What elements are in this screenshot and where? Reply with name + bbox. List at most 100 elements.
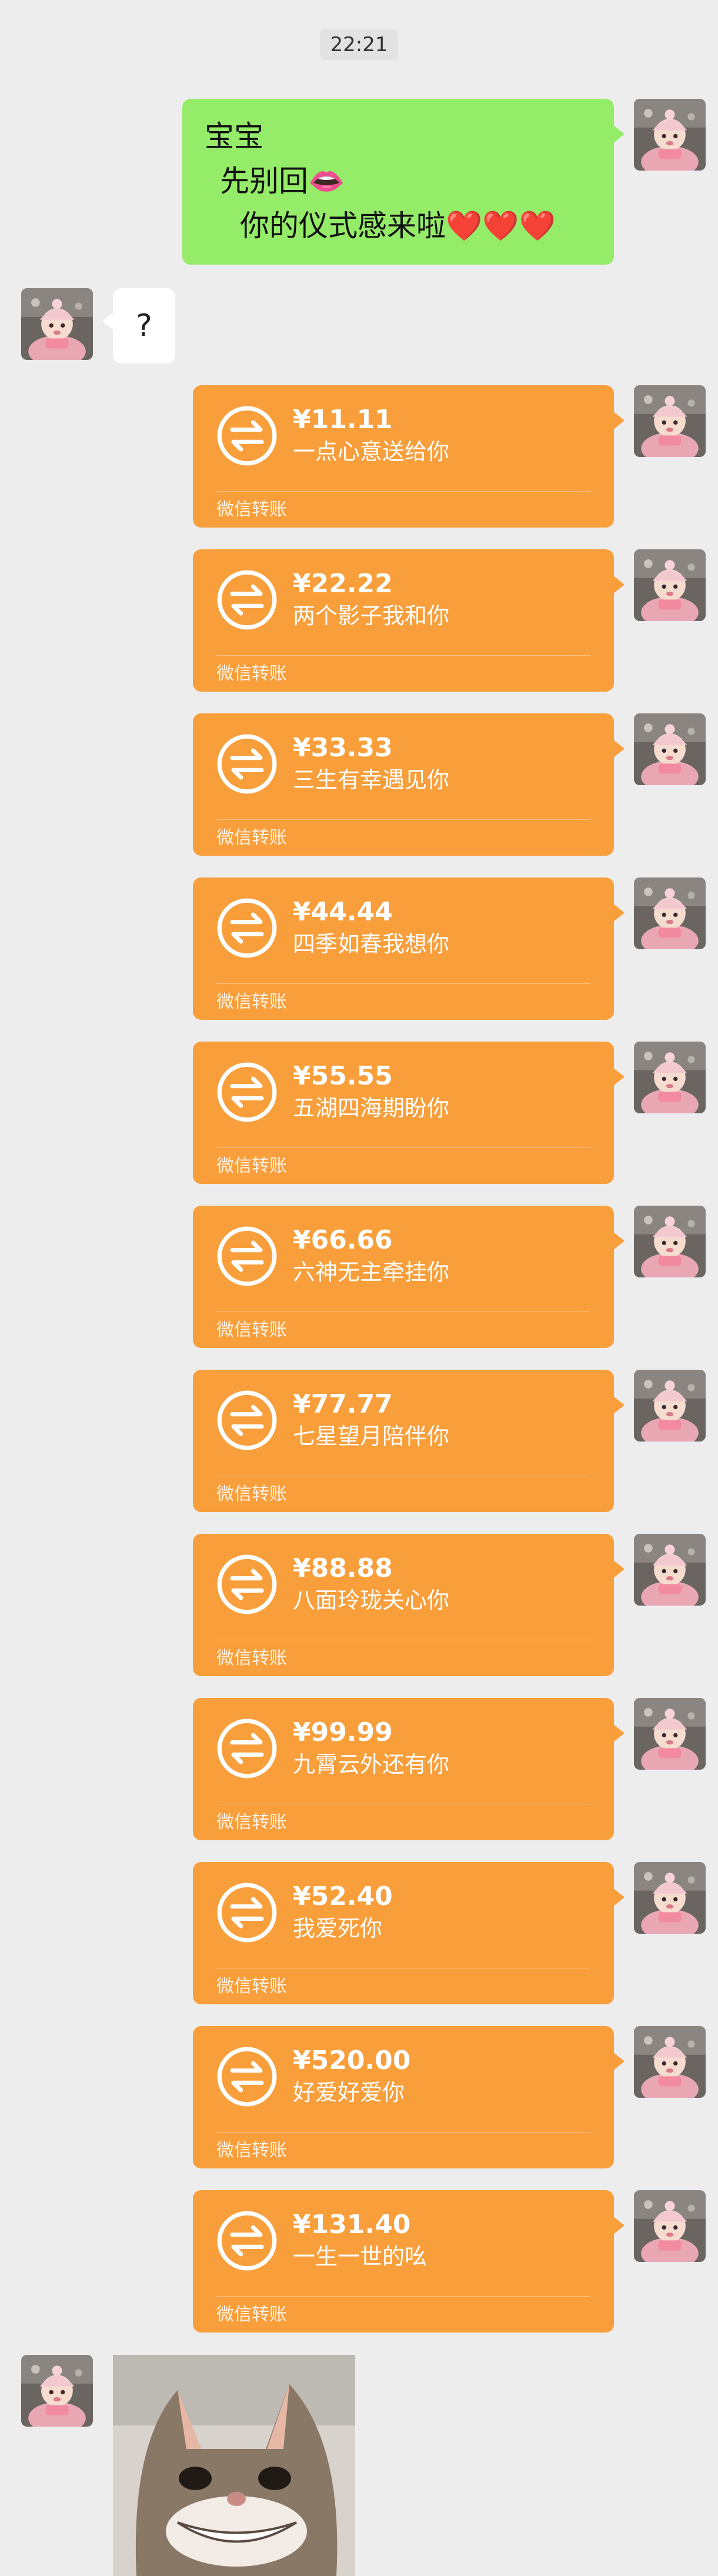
avatar-icon: [634, 877, 706, 949]
transfer-note: 五湖四海期盼你: [293, 1095, 450, 1121]
transfer-label: 微信转账: [216, 499, 287, 520]
my-avatar[interactable]: [634, 2190, 706, 2262]
transfer-card[interactable]: ¥66.66 六神无主牵挂你微信转账: [193, 1206, 625, 1348]
transfer-label: 微信转账: [216, 1648, 287, 1669]
transfer-note: 六神无主牵挂你: [293, 1259, 450, 1285]
avatar-icon: [634, 385, 706, 457]
my-avatar[interactable]: [634, 713, 706, 785]
transfer-amount: ¥55.55: [293, 1061, 393, 1091]
divider: [216, 983, 590, 984]
chat-timestamp: 22:21: [319, 29, 399, 60]
message-line: 宝宝: [205, 119, 263, 154]
transfer-card[interactable]: ¥33.33 三生有幸遇见你 微信转账: [193, 713, 625, 856]
transfer-card[interactable]: ¥88.88 八面玲珑关心你微信转账: [193, 1534, 625, 1676]
transfer-amount: ¥11.11: [293, 405, 393, 435]
transfer-label: 微信转账: [216, 1976, 287, 1997]
transfer-amount: ¥77.77: [293, 1389, 393, 1419]
divider: [216, 491, 590, 492]
transfer-label: 微信转账: [216, 1812, 287, 1833]
avatar-icon: [634, 1206, 706, 1277]
message-text: 你的仪式感来啦: [240, 209, 446, 243]
transfer-card[interactable]: ¥55.55 五湖四海期盼你微信转账: [193, 1042, 625, 1184]
transfer-amount: ¥52.40: [293, 1881, 393, 1911]
divider: [216, 819, 590, 820]
transfer-amount: ¥131.40: [293, 2210, 411, 2240]
transfer-note: 我爱死你: [293, 1916, 383, 1941]
transfer-note: 四季如春我想你: [293, 931, 450, 957]
transfer-label: 微信转账: [216, 2304, 287, 2325]
my-avatar[interactable]: [634, 549, 706, 621]
avatar-icon: [634, 1534, 706, 1606]
my-avatar[interactable]: [634, 2026, 706, 2098]
transfer-card[interactable]: ¥131.40 一生一世的吆微信转账: [193, 2190, 625, 2333]
avatar-icon: [634, 2026, 706, 2098]
transfer-label: 微信转账: [216, 2140, 287, 2161]
my-avatar[interactable]: [634, 877, 706, 949]
friend-avatar[interactable]: [21, 2355, 93, 2427]
transfer-label: 微信转账: [216, 1156, 287, 1176]
transfer-card[interactable]: ¥77.77 七星望月陪伴你微信转账: [193, 1370, 625, 1512]
transfer-amount: ¥22.22: [293, 569, 393, 599]
friend-avatar[interactable]: [21, 288, 93, 360]
transfer-card[interactable]: ¥22.22 两个影子我和你微信转账: [193, 549, 625, 692]
transfer-label: 微信转账: [216, 663, 287, 684]
avatar-icon: [634, 549, 706, 621]
my-avatar[interactable]: [634, 1206, 706, 1277]
transfer-card[interactable]: ¥99.99 九霄云外还有你微信转账: [193, 1698, 625, 1840]
message-line: 你的仪式感来啦❤️❤️❤️: [205, 203, 592, 248]
transfer-card[interactable]: ¥520.00 好爱好爱你 微信转账: [193, 2026, 625, 2168]
transfer-arrows-icon: [216, 1882, 278, 1943]
my-avatar[interactable]: [634, 1370, 706, 1442]
transfer-note: 七星望月陪伴你: [293, 1423, 450, 1449]
transfer-amount: ¥66.66: [293, 1225, 393, 1255]
transfer-card[interactable]: ¥44.44 四季如春我想你 微信转账: [193, 877, 625, 1020]
avatar-icon: [634, 1370, 706, 1442]
sent-message-bubble[interactable]: 宝宝 先别回👄 你的仪式感来啦❤️❤️❤️: [182, 99, 625, 265]
transfer-note: 两个影子我和你: [293, 603, 450, 629]
message-line: 先别回👄: [220, 164, 345, 198]
divider: [216, 655, 590, 656]
transfer-card[interactable]: ¥11.11 一点心意送给你微信转账: [193, 385, 625, 528]
my-avatar[interactable]: [634, 1862, 706, 1934]
transfer-arrows-icon: [216, 569, 278, 630]
transfer-arrows-icon: [216, 1226, 278, 1287]
divider: [216, 2132, 590, 2133]
transfer-note: 一生一世的吆: [293, 2244, 428, 2270]
transfer-arrows-icon: [216, 1718, 278, 1779]
my-avatar[interactable]: [634, 1042, 706, 1113]
received-message-bubble[interactable]: ?: [102, 288, 175, 363]
avatar-icon: [634, 2190, 706, 2262]
transfer-note: 好爱好爱你: [293, 2080, 405, 2105]
my-avatar[interactable]: [634, 1698, 706, 1770]
transfer-arrows-icon: [216, 1554, 278, 1615]
avatar-icon: [21, 2355, 93, 2427]
avatar-icon: [634, 1698, 706, 1770]
divider: [216, 2296, 590, 2297]
smiling-cat-sticker-icon: [113, 2355, 355, 2576]
avatar-icon: [21, 288, 93, 360]
my-avatar[interactable]: [634, 385, 706, 457]
transfer-arrows-icon: [216, 2046, 278, 2107]
cat-sticker[interactable]: [113, 2355, 355, 2576]
avatar-icon: [634, 99, 706, 171]
transfer-note: 三生有幸遇见你: [293, 767, 450, 793]
transfer-label: 微信转账: [216, 1484, 287, 1504]
transfer-arrows-icon: [216, 1390, 278, 1451]
transfer-label: 微信转账: [216, 1320, 287, 1340]
avatar-icon: [634, 713, 706, 785]
my-avatar[interactable]: [634, 1534, 706, 1606]
transfer-note: 九霄云外还有你: [293, 1751, 450, 1777]
transfer-amount: ¥99.99: [293, 1717, 393, 1747]
transfer-amount: ¥33.33: [293, 733, 393, 763]
transfer-note: 一点心意送给你: [293, 439, 450, 465]
my-avatar[interactable]: [634, 99, 706, 171]
transfer-note: 八面玲珑关心你: [293, 1587, 450, 1613]
transfer-arrows-icon: [216, 405, 278, 466]
transfer-arrows-icon: [216, 2210, 278, 2271]
transfer-amount: ¥88.88: [293, 1553, 393, 1583]
transfer-arrows-icon: [216, 733, 278, 795]
transfer-card[interactable]: ¥52.40 我爱死你微信转账: [193, 1862, 625, 2004]
avatar-icon: [634, 1042, 706, 1113]
transfer-arrows-icon: [216, 897, 278, 959]
divider: [216, 1147, 590, 1148]
